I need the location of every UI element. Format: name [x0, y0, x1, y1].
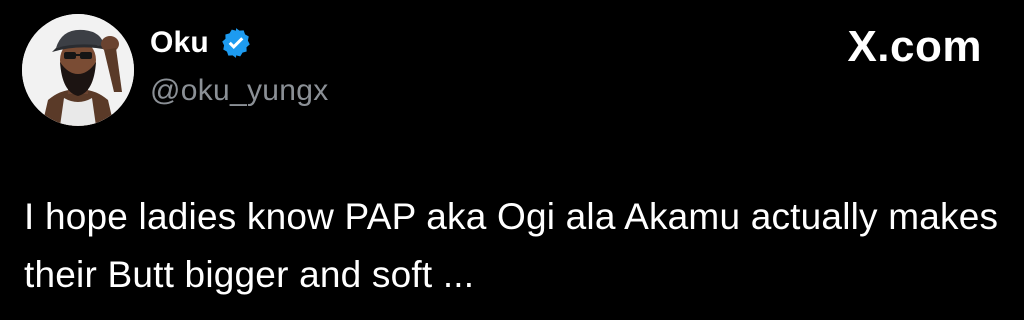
avatar-illustration	[22, 14, 134, 126]
author-name-row: Oku	[150, 26, 253, 60]
avatar[interactable]	[22, 14, 134, 126]
tweet-card: Oku @oku_yungx X.com I hope ladies know …	[0, 0, 1024, 320]
tweet-text: I hope ladies know PAP aka Ogi ala Akamu…	[24, 196, 999, 295]
display-name[interactable]: Oku	[150, 26, 209, 60]
brand-logo[interactable]: X.com	[847, 22, 982, 72]
verified-check-icon	[222, 28, 250, 58]
author-handle[interactable]: @oku_yungx	[150, 74, 329, 108]
